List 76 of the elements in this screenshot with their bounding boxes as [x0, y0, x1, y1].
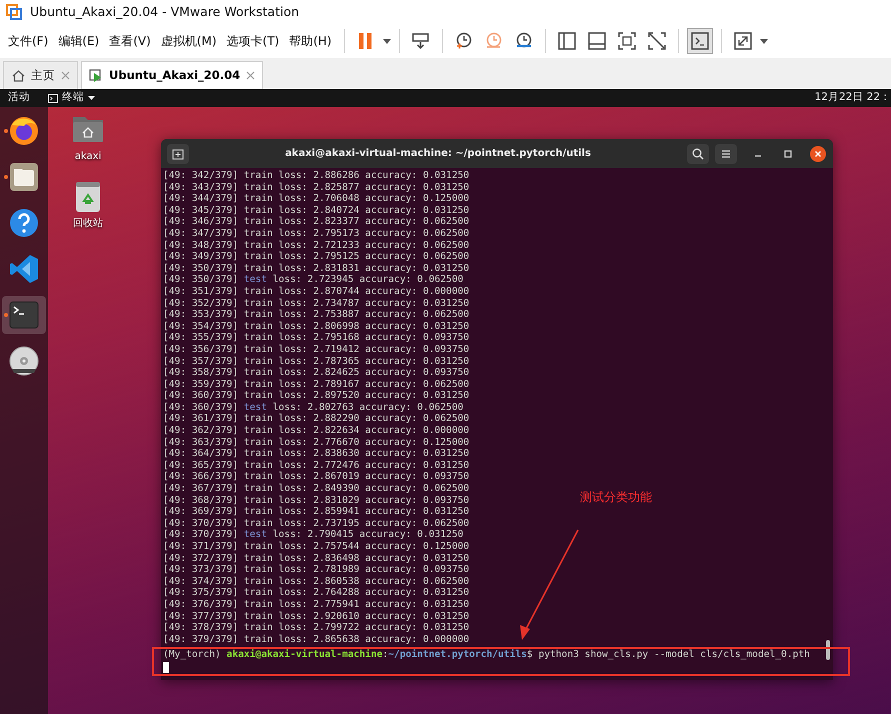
- app-menu-label: 终端: [62, 90, 84, 106]
- terminal-line: [49: 343/379] train loss: 2.825877 accuracy: 0.031250: [163, 182, 470, 194]
- terminal-line: [49: 358/379] train loss: 2.824625 accuracy: 0.093750: [163, 367, 470, 379]
- tab-label: 主页: [31, 66, 55, 84]
- terminal-line: [49: 354/379] train loss: 2.806998 accuracy: 0.031250: [163, 320, 470, 332]
- clock[interactable]: 12月22日 22：: [814, 90, 891, 106]
- terminal-line: [49: 365/379] train loss: 2.772476 accuracy: 0.031250: [163, 460, 470, 472]
- app-menu[interactable]: 终端: [48, 90, 95, 106]
- terminal-line: [49: 375/379] train loss: 2.764288 accuracy: 0.031250: [163, 587, 470, 599]
- terminal-line: [49: 355/379] train loss: 2.795168 accuracy: 0.093750: [163, 332, 470, 344]
- home-icon: [11, 68, 25, 82]
- terminal-line: [49: 368/379] train loss: 2.831029 accuracy: 0.093750: [163, 494, 470, 506]
- menu-icon[interactable]: [715, 144, 737, 164]
- terminal-line: [49: 367/379] train loss: 2.849390 accuracy: 0.062500: [163, 483, 470, 495]
- menu-item[interactable]: 编辑(E): [54, 30, 104, 52]
- text-cursor: [163, 662, 169, 673]
- menu-item[interactable]: 选项卡(T): [222, 30, 284, 52]
- menu-item[interactable]: 帮助(H): [285, 30, 336, 52]
- terminal-line: [49: 351/379] train loss: 2.870744 accuracy: 0.000000: [163, 286, 470, 298]
- menu-item[interactable]: 查看(V): [105, 30, 155, 52]
- app-logo-icon: [6, 4, 22, 20]
- terminal-line: [49: 344/379] train loss: 2.706048 accuracy: 0.125000: [163, 193, 470, 205]
- menu-item[interactable]: 文件(F): [4, 30, 52, 52]
- terminal-line: [49: 373/379] train loss: 2.781989 accuracy: 0.093750: [163, 564, 470, 576]
- terminal-line: [49: 347/379] train loss: 2.795173 accuracy: 0.062500: [163, 228, 470, 240]
- tab[interactable]: 主页: [3, 61, 78, 89]
- terminal-line: [49: 342/379] train loss: 2.886286 accuracy: 0.031250: [163, 170, 470, 182]
- window-title: Ubuntu_Akaxi_20.04 - VMware Workstation: [30, 2, 300, 21]
- close-icon[interactable]: [809, 144, 827, 162]
- terminal-line: [49: 350/379] train loss: 2.831831 accuracy: 0.031250: [163, 262, 470, 274]
- desktop-icon-label[interactable]: akaxi: [74, 149, 102, 164]
- scrollbar-thumb[interactable]: [826, 640, 830, 660]
- terminal-line: [49: 371/379] train loss: 2.757544 accuracy: 0.125000: [163, 541, 470, 553]
- console-icon[interactable]: [686, 28, 713, 54]
- window-title: akaxi@akaxi-virtual-machine: ~/pointnet.pytorch/utils: [284, 147, 592, 161]
- terminal-line: [49: 370/379] test loss: 2.790415 accuracy: 0.031250: [163, 529, 464, 541]
- caret-icon[interactable]: [758, 38, 770, 44]
- terminal-icon[interactable]: [2, 296, 46, 334]
- caret-icon[interactable]: [380, 38, 393, 44]
- terminal-line: [49: 366/379] train loss: 2.867019 accuracy: 0.093750: [163, 471, 470, 484]
- terminal-line: [49: 361/379] train loss: 2.882290 accuracy: 0.062500: [163, 413, 470, 426]
- terminal-line: [49: 346/379] train loss: 2.823377 accuracy: 0.062500: [163, 216, 470, 228]
- vm-play-icon: [89, 68, 103, 82]
- terminal-line: [49: 356/379] train loss: 2.719412 accuracy: 0.093750: [163, 344, 470, 356]
- terminal-icon: [48, 94, 58, 102]
- terminal-line: [49: 350/379] test loss: 2.723945 accuracy: 0.062500: [163, 274, 464, 286]
- terminal-line: [49: 349/379] train loss: 2.795125 accuracy: 0.062500: [163, 251, 470, 263]
- terminal-line: [49: 379/379] train loss: 2.865638 accuracy: 0.000000: [163, 634, 470, 646]
- terminal-line: [49: 363/379] train loss: 2.776670 accuracy: 0.125000: [163, 436, 470, 448]
- terminal-line: [49: 359/379] train loss: 2.789167 accuracy: 0.062500: [163, 378, 470, 390]
- terminal-line: [49: 348/379] train loss: 2.721233 accuracy: 0.062500: [163, 240, 470, 252]
- search-icon[interactable]: [687, 144, 709, 164]
- desktop-icon-label[interactable]: 回收站: [73, 216, 103, 231]
- menu-item[interactable]: 虚拟机(M): [156, 30, 221, 52]
- terminal-line: [49: 372/379] train loss: 2.836498 accuracy: 0.031250: [163, 552, 470, 564]
- terminal-line: [49: 362/379] train loss: 2.822634 accuracy: 0.000000: [163, 425, 470, 437]
- command-prompt: (My_torch) akaxi@akaxi-virtual-machine:~/pointnet.pytorch/utils$ python3 show_cls.py --model cls/cls_model_0.pth: [163, 649, 810, 661]
- terminal-line: [49: 360/379] train loss: 2.897520 accuracy: 0.031250: [163, 390, 470, 402]
- terminal-line: [49: 364/379] train loss: 2.838630 accuracy: 0.031250: [163, 448, 470, 460]
- terminal-line: [49: 357/379] train loss: 2.787365 accuracy: 0.031250: [163, 356, 470, 368]
- terminal-line: [49: 370/379] train loss: 2.737195 accuracy: 0.062500: [163, 518, 470, 530]
- annotation-text: 测试分类功能: [580, 489, 652, 506]
- new-tab-icon[interactable]: [167, 144, 189, 164]
- terminal-line: [49: 376/379] train loss: 2.775941 accuracy: 0.031250: [163, 598, 470, 611]
- terminal-line: [49: 360/379] test loss: 2.802763 accuracy: 0.062500: [163, 402, 464, 414]
- terminal-line: [49: 369/379] train loss: 2.859941 accuracy: 0.031250: [163, 506, 470, 518]
- terminal-line: [49: 345/379] train loss: 2.840724 accuracy: 0.031250: [163, 204, 470, 216]
- caret-icon: [88, 96, 95, 100]
- terminal-line: [49: 374/379] train loss: 2.860538 accuracy: 0.062500: [163, 576, 470, 588]
- activities-button[interactable]: 活动: [8, 90, 30, 106]
- terminal-line: [49: 352/379] train loss: 2.734787 accuracy: 0.031250: [163, 298, 470, 310]
- tab-label: Ubuntu_Akaxi_20.04: [109, 66, 240, 84]
- tab[interactable]: Ubuntu_Akaxi_20.04: [81, 61, 264, 89]
- terminal-line: [49: 353/379] train loss: 2.753887 accuracy: 0.062500: [163, 309, 470, 321]
- terminal-line: [49: 377/379] train loss: 2.920610 accuracy: 0.031250: [163, 610, 470, 622]
- terminal-line: [49: 378/379] train loss: 2.799722 accuracy: 0.031250: [163, 622, 470, 634]
